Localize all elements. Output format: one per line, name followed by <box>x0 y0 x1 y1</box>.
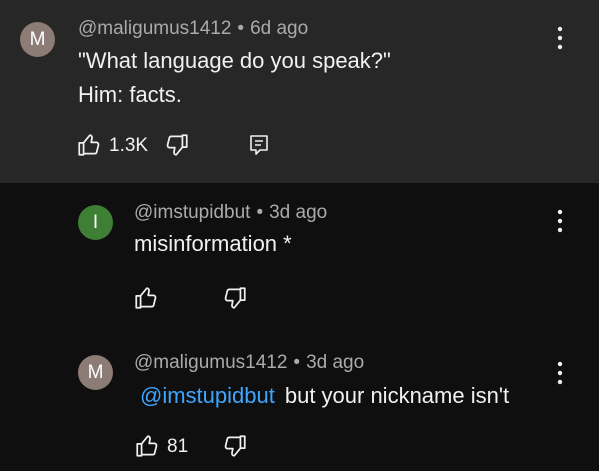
author-handle[interactable]: @maligumus1412 <box>78 18 231 39</box>
like-count: 1.3K <box>109 135 149 156</box>
like-count: 81 <box>167 436 189 457</box>
like-icon <box>136 435 158 457</box>
timestamp[interactable]: 6d ago <box>250 18 308 39</box>
like-icon <box>78 134 100 156</box>
reply-item: I @imstupidbut • 3d ago misinformation * <box>0 183 599 325</box>
reply-text-body: but your nickname isn't <box>284 383 510 408</box>
separator-dot: • <box>237 18 245 39</box>
timestamp[interactable]: 3d ago <box>306 352 364 373</box>
like-button[interactable] <box>133 285 159 311</box>
avatar[interactable]: M <box>20 22 55 57</box>
dislike-icon <box>224 287 246 309</box>
more-options-icon[interactable] <box>553 208 567 234</box>
reply-icon <box>250 135 268 155</box>
timestamp[interactable]: 3d ago <box>269 202 327 223</box>
dislike-button[interactable] <box>164 132 190 158</box>
like-icon <box>135 287 157 309</box>
mention-link[interactable]: @imstupidbut <box>140 383 275 408</box>
like-button[interactable] <box>134 433 160 459</box>
reply-text: @imstupidbut but your nickname isn't <box>140 379 509 412</box>
author-handle[interactable]: @maligumus1412 <box>134 352 287 373</box>
author-handle[interactable]: @imstupidbut <box>134 202 250 223</box>
reply-meta: @imstupidbut • 3d ago <box>134 202 327 224</box>
dislike-icon <box>224 435 246 457</box>
reply-item: M @maligumus1412 • 3d ago @imstupidbut but … <box>0 325 599 471</box>
comment-text-line-1: "What language do you speak?" <box>78 48 391 73</box>
comment-thread-top: M @maligumus1412 • 6d ago "What language d… <box>0 0 599 183</box>
separator-dot: • <box>293 352 301 373</box>
avatar[interactable]: M <box>78 355 113 390</box>
dislike-button[interactable] <box>222 285 248 311</box>
avatar[interactable]: I <box>78 205 113 240</box>
dislike-icon <box>166 134 188 156</box>
like-button[interactable] <box>76 132 102 158</box>
reply-text: misinformation * <box>134 231 292 256</box>
reply-button[interactable] <box>247 133 271 157</box>
more-options-icon[interactable] <box>553 25 567 51</box>
comment-meta: @maligumus1412 • 6d ago <box>78 18 308 40</box>
comment-text-line-2: Him: facts. <box>78 82 182 107</box>
dislike-button[interactable] <box>222 433 248 459</box>
separator-dot: • <box>256 202 264 223</box>
more-options-icon[interactable] <box>553 360 567 386</box>
reply-meta: @maligumus1412 • 3d ago <box>134 352 364 374</box>
